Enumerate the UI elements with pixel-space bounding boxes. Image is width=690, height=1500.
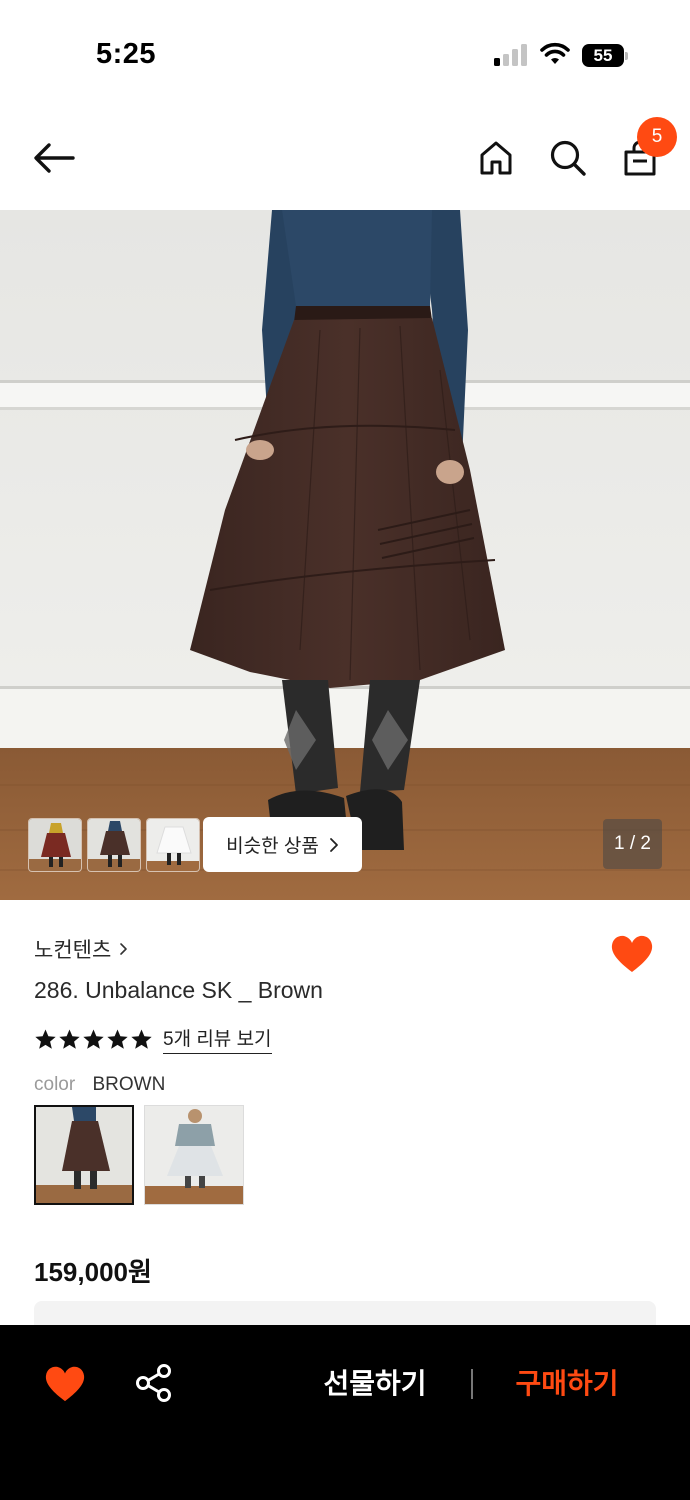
home-icon (480, 141, 512, 175)
color-option-row: color BROWN (34, 1074, 165, 1096)
chevron-right-icon (329, 837, 338, 852)
status-bar: 5:25 55 (0, 0, 690, 100)
cellular-signal-icon (494, 44, 527, 66)
color-value: BROWN (92, 1074, 166, 1095)
star-icon (83, 1028, 104, 1049)
product-photo (0, 210, 690, 900)
gallery-thumbnails (28, 818, 200, 872)
battery-cap (625, 52, 628, 60)
star-icon (35, 1028, 56, 1049)
thumbnail-3[interactable] (146, 818, 200, 872)
divider (471, 1369, 473, 1399)
bottom-wishlist-heart-icon[interactable] (44, 1365, 86, 1403)
search-icon (550, 140, 586, 176)
home-button[interactable] (472, 134, 520, 182)
star-icon (59, 1028, 80, 1049)
status-time: 5:25 (96, 38, 157, 70)
product-main-image[interactable] (0, 210, 690, 900)
gift-button[interactable]: 선물하기 (300, 1359, 450, 1409)
share-icon[interactable] (134, 1363, 174, 1403)
rating-stars (34, 1028, 153, 1051)
image-page-indicator: 1 / 2 (603, 819, 662, 869)
thumbnail-2[interactable] (87, 818, 141, 872)
color-swatches (34, 1105, 244, 1205)
star-icon (107, 1028, 128, 1049)
search-button[interactable] (544, 134, 592, 182)
similar-products-button[interactable]: 비슷한 상품 (203, 817, 362, 872)
view-reviews-link[interactable]: 5개 리뷰 보기 (163, 1024, 272, 1054)
back-arrow-icon (34, 143, 75, 173)
chevron-right-icon (120, 943, 128, 955)
similar-products-label: 비슷한 상품 (226, 836, 319, 857)
product-price: 159,000원 (34, 1257, 152, 1287)
battery-indicator: 55 (582, 44, 628, 67)
top-navigation (0, 100, 690, 210)
wifi-icon (540, 42, 570, 64)
product-name: 286. Unbalance SK _ Brown (34, 977, 323, 1003)
color-swatch-brown[interactable] (34, 1105, 134, 1205)
wishlist-heart-icon[interactable] (610, 934, 654, 974)
battery-level: 55 (582, 44, 624, 67)
bottom-action-bar: 선물하기 구매하기 (0, 1325, 690, 1500)
brand-name: 노컨텐츠 (34, 939, 112, 962)
color-swatch-white[interactable] (144, 1105, 244, 1205)
brand-link[interactable]: 노컨텐츠 (34, 934, 128, 964)
color-label: color (34, 1074, 76, 1095)
cart-count-badge: 5 (637, 117, 677, 157)
rating-row: 5개 리뷰 보기 (34, 1024, 272, 1054)
buy-button[interactable]: 구매하기 (492, 1359, 642, 1409)
back-button[interactable] (26, 136, 82, 180)
star-icon (131, 1028, 152, 1049)
thumbnail-1[interactable] (28, 818, 82, 872)
